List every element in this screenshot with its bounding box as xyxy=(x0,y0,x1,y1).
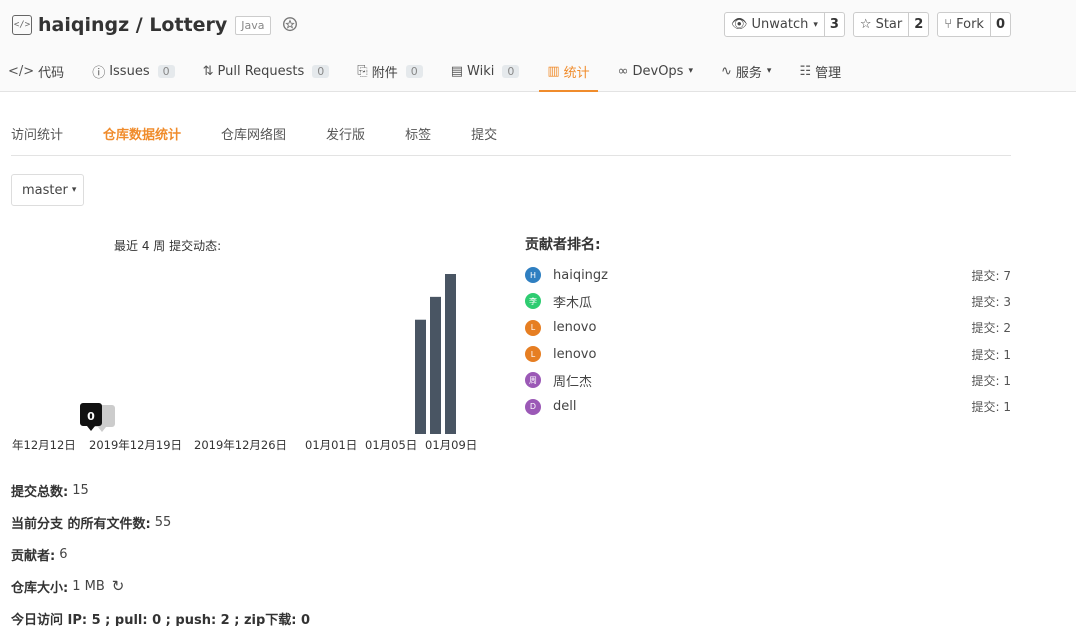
tab-devops[interactable]: ∞ DevOps ▾ xyxy=(610,50,701,92)
contributor-row: Llenovo 提交: 1 xyxy=(525,341,1011,367)
x-tick-label: 01月05日 xyxy=(365,438,417,452)
today-visits-stat: 今日访问 IP: 5 ; pull: 0 ; push: 2 ; zip下载: … xyxy=(11,612,311,626)
repo-name[interactable]: haiqingz / Lottery xyxy=(38,14,227,36)
caret-down-icon: ▾ xyxy=(71,185,77,195)
pull-requests-badge: 0 xyxy=(312,64,330,78)
pull-request-icon: ⇅ xyxy=(202,63,214,79)
contributor-commit-count: 提交: 3 xyxy=(971,294,1012,309)
chart-title: 最近 4 周 提交动态: xyxy=(114,239,222,253)
tab-manage[interactable]: ☷ 管理 xyxy=(791,50,849,92)
tab-wiki[interactable]: ▤ Wiki 0 xyxy=(443,50,528,92)
code-icon: </> xyxy=(8,63,35,79)
star-button[interactable]: ☆ Star 2 xyxy=(852,12,930,37)
contributor-name[interactable]: dell xyxy=(553,399,972,414)
chart-bar[interactable] xyxy=(415,319,426,434)
watch-count[interactable]: 3 xyxy=(823,13,844,36)
commit-activity-chart: 0 年12月12日 2019年12月19日 2019年12月26日 01月01日 01月0… xyxy=(12,274,477,452)
tab-statistics[interactable]: ▥ 统计 xyxy=(539,50,598,92)
x-tick-label: 2019年12月19日 xyxy=(89,438,182,452)
wiki-badge: 0 xyxy=(502,64,520,78)
contributor-row: 李李木瓜 提交: 3 xyxy=(525,288,1011,314)
repo-stats: 提交总数: 15 当前分支 的所有文件数: 55 贡献者: 6 仓库大小: 1 … xyxy=(11,474,310,626)
contributor-count-stat: 贡献者: 6 xyxy=(11,546,68,564)
code-repo-icon: </> xyxy=(12,15,32,35)
total-commits-stat: 提交总数: 15 xyxy=(11,482,89,500)
caret-down-icon: ▾ xyxy=(688,66,693,76)
sub-tab-tags[interactable]: 标签 xyxy=(405,118,431,155)
contributor-name[interactable]: lenovo xyxy=(553,347,972,362)
contributors-list: Hhaiqingz 提交: 7 李李木瓜 提交: 3 Llenovo 提交: 2 Lleno… xyxy=(525,262,1011,420)
tab-issues[interactable]: ⓘ Issues 0 xyxy=(84,50,182,92)
contributor-row: 周周仁杰 提交: 1 xyxy=(525,367,1011,393)
chart-bar[interactable] xyxy=(430,296,441,434)
sub-tab-visits[interactable]: 访问统计 xyxy=(11,118,63,155)
contributor-name[interactable]: lenovo xyxy=(553,320,972,335)
star-count[interactable]: 2 xyxy=(908,13,928,36)
caret-down-icon: ▾ xyxy=(813,19,818,30)
eye-icon: 👁 xyxy=(730,17,748,32)
branch-name: master xyxy=(22,182,68,198)
contributor-commit-count: 提交: 2 xyxy=(971,321,1012,336)
sub-tab-releases[interactable]: 发行版 xyxy=(326,118,365,155)
contributor-row: Hhaiqingz 提交: 7 xyxy=(525,262,1011,288)
chart-tooltip-value: 0 xyxy=(87,410,95,423)
repo-header: </> haiqingz / Lottery Java 👁 Unwatch ▾ 3 … xyxy=(0,0,1076,92)
contributor-row: Ddell 提交: 1 xyxy=(525,393,1011,419)
avatar[interactable]: 李 xyxy=(525,293,541,310)
x-tick-label: 01月09日 xyxy=(425,438,477,452)
contributor-name[interactable]: 周仁杰 xyxy=(553,371,972,390)
book-icon: ▤ xyxy=(450,63,464,79)
fork-button[interactable]: ⑂ Fork 0 xyxy=(937,12,1011,37)
fork-count[interactable]: 0 xyxy=(989,13,1010,36)
contributor-commit-count: 提交: 1 xyxy=(971,373,1012,388)
tab-attachments[interactable]: ⎘ 附件 0 xyxy=(349,50,430,92)
attachments-badge: 0 xyxy=(405,64,423,78)
refresh-icon[interactable]: ↻ xyxy=(112,577,125,595)
contributor-commit-count: 提交: 1 xyxy=(971,347,1012,362)
caret-down-icon: ▾ xyxy=(766,66,772,76)
avatar[interactable]: L xyxy=(525,346,541,363)
repo-nav: </> 代码 ⓘ Issues 0 ⇅ Pull Requests 0 ⎘ 附件… xyxy=(0,50,861,92)
language-badge[interactable]: Java xyxy=(235,15,271,35)
chart-bar[interactable] xyxy=(445,274,456,434)
avatar[interactable]: H xyxy=(525,267,541,284)
pulse-icon: ∿ xyxy=(721,63,732,79)
contributor-commit-count: 提交: 7 xyxy=(971,268,1012,283)
sub-tab-repo-data[interactable]: 仓库数据统计 xyxy=(103,118,181,155)
star-icon: ☆ xyxy=(859,17,872,32)
repo-size-stat: 仓库大小: 1 MB ↻ xyxy=(11,577,125,596)
infinity-icon: ∞ xyxy=(617,63,629,79)
branch-select[interactable]: master ▾ xyxy=(11,174,84,206)
avatar[interactable]: L xyxy=(525,319,541,336)
x-tick-label: 年12月12日 xyxy=(12,438,76,452)
avatar[interactable]: 周 xyxy=(525,372,541,389)
file-count-stat: 当前分支 的所有文件数: 55 xyxy=(11,514,172,532)
sub-tab-network[interactable]: 仓库网络图 xyxy=(221,118,286,155)
contributors-title: 贡献者排名: xyxy=(525,237,601,253)
x-tick-label: 01月01日 xyxy=(305,438,357,452)
sub-tab-commits[interactable]: 提交 xyxy=(471,118,497,155)
tab-services[interactable]: ∿ 服务 ▾ xyxy=(713,50,779,92)
issues-badge: 0 xyxy=(157,64,175,78)
repo-title: </> haiqingz / Lottery Java xyxy=(12,12,299,38)
fork-icon: ⑂ xyxy=(944,17,953,32)
unwatch-button[interactable]: 👁 Unwatch ▾ 3 xyxy=(723,12,845,37)
issue-icon: ⓘ xyxy=(92,65,106,81)
contributor-commit-count: 提交: 1 xyxy=(971,400,1012,415)
attachment-icon: ⎘ xyxy=(357,63,368,79)
settings-icon: ☷ xyxy=(799,63,812,79)
x-tick-label: 2019年12月26日 xyxy=(194,438,287,452)
award-icon xyxy=(282,17,297,32)
contributor-row: Llenovo 提交: 2 xyxy=(525,315,1011,341)
chart-icon: ▥ xyxy=(547,63,560,79)
avatar[interactable]: D xyxy=(525,398,541,415)
stats-sub-nav: 访问统计 仓库数据统计 仓库网络图 发行版 标签 提交 xyxy=(11,118,1011,156)
tab-pull-requests[interactable]: ⇅ Pull Requests 0 xyxy=(195,50,338,92)
contributor-name[interactable]: 李木瓜 xyxy=(553,292,972,311)
tab-code[interactable]: </> 代码 xyxy=(0,50,72,92)
contributor-name[interactable]: haiqingz xyxy=(553,268,972,283)
repo-actions: 👁 Unwatch ▾ 3 ☆ Star 2 ⑂ Fork 0 xyxy=(723,12,1011,37)
